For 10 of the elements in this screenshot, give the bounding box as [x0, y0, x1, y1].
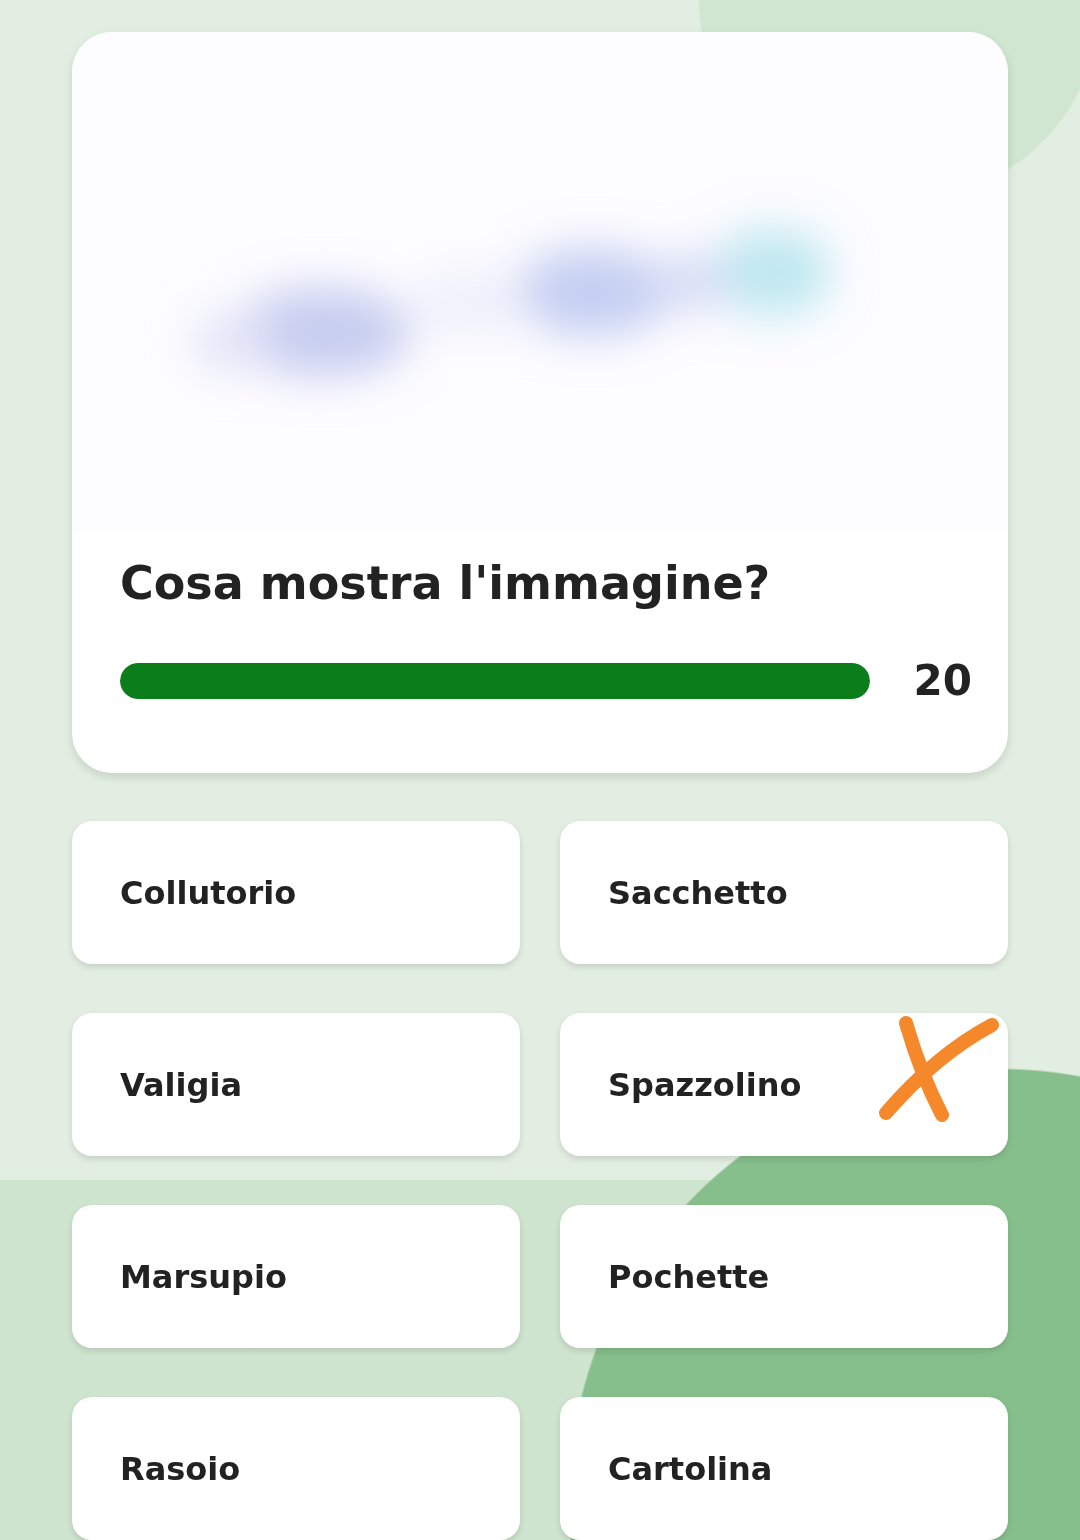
question-text: Cosa mostra l'immagine? — [119, 555, 772, 610]
answer-button[interactable]: Collutorio — [72, 821, 520, 964]
answer-button[interactable]: Marsupio — [72, 1205, 520, 1348]
answer-button[interactable]: Spazzolino — [560, 1013, 1008, 1156]
answer-button[interactable]: Pochette — [560, 1205, 1008, 1348]
timer-reading: 20 — [913, 656, 972, 705]
answer-button[interactable]: Sacchetto — [560, 821, 1008, 964]
answer-button[interactable]: Cartolina — [560, 1397, 1008, 1540]
answer-button[interactable]: Valigia — [72, 1013, 520, 1156]
answer-button[interactable]: Rasoio — [72, 1397, 520, 1540]
